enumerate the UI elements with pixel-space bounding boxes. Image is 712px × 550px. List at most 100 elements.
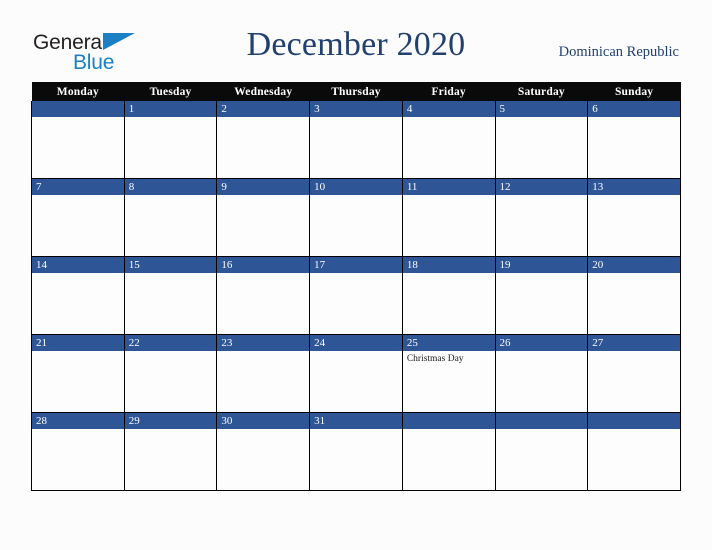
event-area xyxy=(217,429,309,490)
day-cell[interactable]: 15 xyxy=(123,256,218,335)
day-header-wednesday: Wednesday xyxy=(216,82,310,101)
date-number: 19 xyxy=(495,257,588,273)
event-area xyxy=(125,195,217,256)
day-cell[interactable] xyxy=(494,412,589,491)
day-cell[interactable]: 25 Christmas Day xyxy=(401,334,496,413)
day-cell[interactable] xyxy=(31,101,125,179)
day-cell[interactable]: 17 xyxy=(309,256,403,335)
date-number: 11 xyxy=(402,179,495,195)
day-header-friday: Friday xyxy=(402,82,496,101)
day-cell[interactable]: 30 xyxy=(216,412,311,491)
event-area xyxy=(32,273,124,334)
date-number: 8 xyxy=(124,179,217,195)
date-number xyxy=(588,413,680,429)
date-number: 4 xyxy=(402,101,495,117)
event-area: Christmas Day xyxy=(403,351,495,412)
day-cell[interactable]: 9 xyxy=(216,178,311,257)
day-cell[interactable]: 13 xyxy=(587,178,681,257)
event-area xyxy=(496,117,588,178)
date-number: 26 xyxy=(495,335,588,351)
day-cell[interactable]: 31 xyxy=(309,412,403,491)
date-number: 13 xyxy=(588,179,680,195)
day-cell[interactable]: 28 xyxy=(31,412,125,491)
day-cell[interactable]: 16 xyxy=(216,256,311,335)
day-cell[interactable]: 10 xyxy=(309,178,403,257)
day-cell[interactable]: 18 xyxy=(401,256,496,335)
day-cell[interactable]: 5 xyxy=(494,101,589,179)
day-cell[interactable]: 8 xyxy=(123,178,218,257)
day-cell[interactable]: 1 xyxy=(123,101,218,179)
date-number: 30 xyxy=(217,413,310,429)
day-cell[interactable]: 21 xyxy=(31,334,125,413)
event-area xyxy=(217,273,309,334)
day-cell[interactable]: 22 xyxy=(123,334,218,413)
date-number xyxy=(32,101,124,117)
day-cell[interactable]: 11 xyxy=(401,178,496,257)
event-area xyxy=(217,117,309,178)
event-area xyxy=(32,429,124,490)
date-number: 1 xyxy=(124,101,217,117)
event-area xyxy=(125,351,217,412)
day-cell[interactable]: 23 xyxy=(216,334,311,413)
day-cell[interactable]: 20 xyxy=(587,256,681,335)
day-header-saturday: Saturday xyxy=(495,82,588,101)
event-area xyxy=(310,351,402,412)
day-cell[interactable]: 12 xyxy=(494,178,589,257)
date-number: 9 xyxy=(217,179,310,195)
event-area xyxy=(403,429,495,490)
calendar-grid: Monday Tuesday Wednesday Thursday Friday… xyxy=(31,82,681,491)
day-cell[interactable] xyxy=(401,412,496,491)
date-number: 16 xyxy=(217,257,310,273)
event-area xyxy=(588,351,680,412)
day-cell[interactable]: 4 xyxy=(401,101,496,179)
event-area xyxy=(310,117,402,178)
date-number: 25 xyxy=(402,335,495,351)
week-row: 14 15 16 17 18 19 20 xyxy=(31,256,681,335)
event-area xyxy=(588,117,680,178)
event-area xyxy=(217,351,309,412)
event-area xyxy=(310,273,402,334)
day-cell[interactable]: 24 xyxy=(309,334,403,413)
date-number: 10 xyxy=(310,179,402,195)
date-number: 7 xyxy=(32,179,124,195)
event-area xyxy=(125,117,217,178)
date-number: 20 xyxy=(588,257,680,273)
event-area xyxy=(125,273,217,334)
day-cell[interactable]: 3 xyxy=(309,101,403,179)
event-area xyxy=(588,429,680,490)
event-area xyxy=(32,117,124,178)
day-cell[interactable]: 2 xyxy=(216,101,311,179)
day-cell[interactable]: 14 xyxy=(31,256,125,335)
event-area xyxy=(32,195,124,256)
day-cell[interactable]: 27 xyxy=(587,334,681,413)
week-row: 21 22 23 24 25 Christmas Day 26 27 xyxy=(31,334,681,413)
date-number: 21 xyxy=(32,335,124,351)
event-area xyxy=(496,273,588,334)
event-area xyxy=(496,195,588,256)
date-number: 5 xyxy=(495,101,588,117)
date-number xyxy=(402,413,495,429)
day-cell[interactable]: 6 xyxy=(587,101,681,179)
day-cell[interactable] xyxy=(587,412,681,491)
date-number: 24 xyxy=(310,335,402,351)
week-row: 7 8 9 10 11 12 13 xyxy=(31,178,681,257)
date-number: 18 xyxy=(402,257,495,273)
event-area xyxy=(310,195,402,256)
event-area xyxy=(496,429,588,490)
day-cell[interactable]: 26 xyxy=(494,334,589,413)
date-number: 15 xyxy=(124,257,217,273)
date-number: 14 xyxy=(32,257,124,273)
date-number: 28 xyxy=(32,413,124,429)
event-area xyxy=(588,273,680,334)
day-cell[interactable]: 19 xyxy=(494,256,589,335)
date-number: 2 xyxy=(217,101,310,117)
day-header-tuesday: Tuesday xyxy=(124,82,217,101)
date-number xyxy=(495,413,588,429)
day-cell[interactable]: 29 xyxy=(123,412,218,491)
date-number: 6 xyxy=(588,101,680,117)
week-row: 28 29 30 31 xyxy=(31,412,681,491)
day-cell[interactable]: 7 xyxy=(31,178,125,257)
event-area xyxy=(496,351,588,412)
event-label: Christmas Day xyxy=(406,354,464,364)
date-number: 29 xyxy=(124,413,217,429)
